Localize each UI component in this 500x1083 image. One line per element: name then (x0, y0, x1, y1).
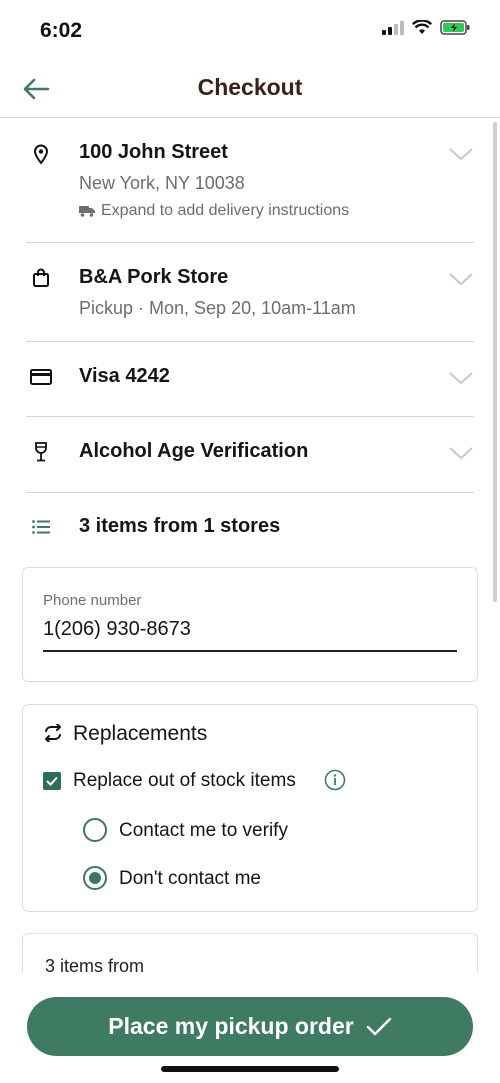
items-summary-title: 3 items from 1 stores (79, 515, 281, 537)
scrollbar[interactable] (493, 122, 497, 602)
address-section[interactable]: 100 John Street New York, NY 10038 Expan… (26, 118, 474, 243)
chevron-down-icon (449, 447, 473, 460)
store-section[interactable]: B&A Pork Store Pickup · Mon, Sep 20, 10a… (26, 243, 474, 342)
store-title: B&A Pork Store (79, 266, 229, 288)
phone-input-underline (43, 650, 457, 652)
radio-contact-verify[interactable] (83, 818, 107, 842)
replace-checkbox[interactable] (43, 772, 61, 790)
phone-input[interactable]: 1(206) 930-8673 (43, 618, 191, 641)
chevron-down-icon (449, 273, 473, 286)
status-time: 6:02 (40, 19, 83, 42)
chevron-down-icon (449, 148, 473, 161)
alcohol-verification-section[interactable]: Alcohol Age Verification (26, 417, 474, 493)
place-order-button[interactable]: Place my pickup order (27, 997, 473, 1056)
replacements-card: Replacements Replace out of stock items … (22, 704, 478, 912)
chevron-down-icon (449, 372, 473, 385)
home-indicator (161, 1066, 339, 1072)
swap-icon (45, 724, 61, 742)
delivery-instructions-text: Expand to add delivery instructions (101, 202, 350, 219)
truck-icon (79, 206, 95, 217)
page-title: Checkout (197, 74, 303, 100)
replace-checkbox-label: Replace out of stock items (73, 770, 296, 791)
radio-dont-contact[interactable] (83, 866, 107, 890)
radio-dont-contact-label: Don't contact me (119, 868, 261, 889)
info-icon[interactable] (324, 769, 346, 791)
address-title: 100 John Street (79, 141, 228, 163)
address-subtitle: New York, NY 10038 (79, 173, 245, 193)
phone-label: Phone number (43, 592, 142, 609)
checkmark-icon (46, 776, 58, 786)
signal-icon (382, 20, 404, 35)
payment-section[interactable]: Visa 4242 (26, 342, 474, 417)
list-icon (30, 516, 52, 538)
replacements-title: Replacements (73, 722, 208, 745)
status-icons (382, 20, 470, 35)
shopping-bag-icon (30, 267, 52, 289)
battery-icon (440, 20, 470, 35)
location-pin-icon (30, 143, 52, 165)
credit-card-icon (30, 366, 52, 388)
status-bar: 6:02 (0, 0, 500, 60)
payment-title: Visa 4242 (79, 365, 170, 387)
radio-contact-verify-label: Contact me to verify (119, 820, 288, 841)
place-order-label: Place my pickup order (108, 1013, 354, 1039)
alcohol-title: Alcohol Age Verification (79, 440, 309, 462)
phone-card: Phone number 1(206) 930-8673 (22, 567, 478, 682)
checkmark-icon (366, 1017, 391, 1035)
items-summary-section[interactable]: 3 items from 1 stores (26, 493, 474, 563)
pickup-time: Pickup · Mon, Sep 20, 10am-11am (79, 298, 356, 318)
header: Checkout (0, 60, 500, 118)
delivery-instructions-link[interactable]: Expand to add delivery instructions (79, 202, 349, 220)
wifi-icon (412, 20, 432, 34)
wine-glass-icon (30, 441, 52, 463)
